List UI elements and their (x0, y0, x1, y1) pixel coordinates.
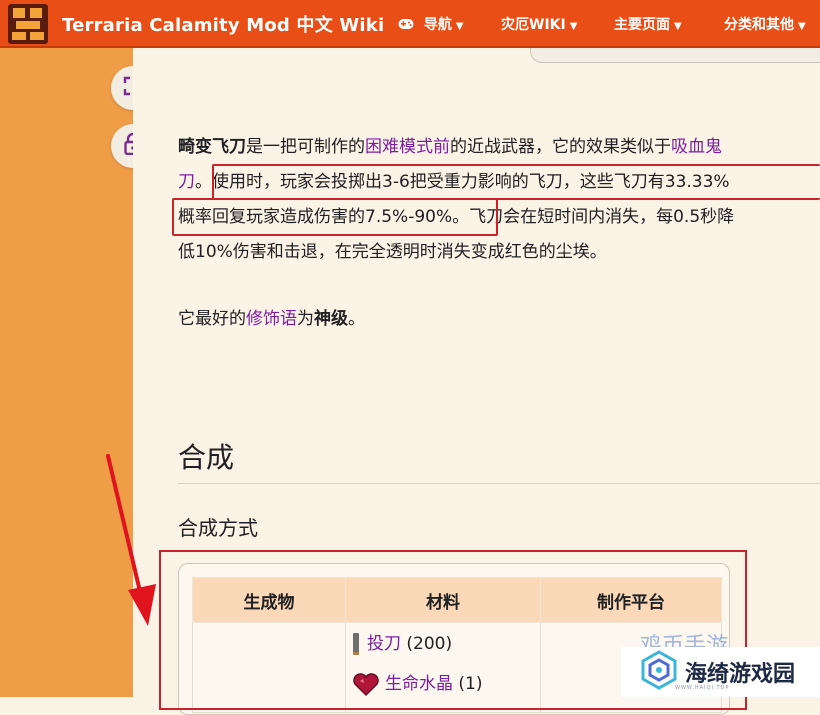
annotation-box-line3 (172, 198, 498, 236)
heading-divider (178, 483, 820, 484)
chevron-down-icon: ▼ (798, 21, 806, 32)
text-run: 的近战武器，它的效果类似于 (450, 137, 671, 157)
watermark-text: 海绮游戏园 (685, 662, 796, 687)
subsection-heading-recipe: 合成方式 (178, 516, 258, 540)
nav-menu-categories[interactable]: 分类和其他 ▼ (724, 14, 806, 34)
chevron-down-icon: ▼ (674, 21, 682, 32)
nav-label: 导航 (423, 17, 452, 33)
text-run: 是一把可制作的 (246, 137, 365, 157)
nav-menu-main-pages[interactable]: 主要页面 ▼ (614, 14, 682, 34)
nav-label: 分类和其他 (724, 17, 794, 33)
page-tools-tab[interactable] (530, 48, 820, 63)
link-vampire-knives[interactable]: 吸血鬼 (671, 137, 722, 157)
chevron-down-icon: ▼ (455, 21, 464, 32)
nav-menu-navigation[interactable]: 导航 ▼ (398, 14, 464, 34)
link-modifier[interactable]: 修饰语 (246, 309, 297, 329)
nav-label: 灾厄WIKI (501, 17, 566, 33)
annotation-box-line2 (212, 164, 820, 200)
link-pre-hardmode[interactable]: 困难模式前 (365, 137, 450, 157)
link-vampire-knives-tail[interactable]: 刀 (178, 172, 195, 192)
text-run: 它最好的 (178, 309, 246, 329)
watermark-logo-icon (639, 650, 679, 694)
text-run: 。 (195, 172, 212, 192)
annotation-arrow (106, 454, 156, 626)
gamepad-icon (398, 17, 424, 33)
text-run: 飞刀会在短时间内消失，每0.5秒降 (469, 207, 735, 227)
nav-label: 主要页面 (614, 17, 670, 33)
chevron-down-icon: ▼ (569, 21, 578, 32)
item-name: 畸变飞刀 (178, 137, 246, 157)
text-run: 低10%伤害和击退，在完全透明时消失变成红色的尘埃。 (178, 242, 607, 262)
modifier-paragraph: 它最好的修饰语为神级。 (178, 302, 365, 337)
nav-menu-calamity-wiki[interactable]: 灾厄WIKI ▼ (501, 14, 577, 34)
modifier-value: 神级 (314, 309, 348, 329)
top-navbar: Terraria Calamity Mod 中文 Wiki 导航 ▼ 灾厄WIKI… (0, 0, 820, 48)
watermark-url: WWW.HAIQI.TOP (675, 685, 730, 691)
text-run: 。 (348, 309, 365, 329)
site-title[interactable]: Terraria Calamity Mod 中文 Wiki (62, 11, 384, 37)
section-heading-crafting: 合成 (178, 441, 235, 474)
text-run: 为 (297, 309, 314, 329)
site-logo[interactable] (8, 4, 48, 44)
